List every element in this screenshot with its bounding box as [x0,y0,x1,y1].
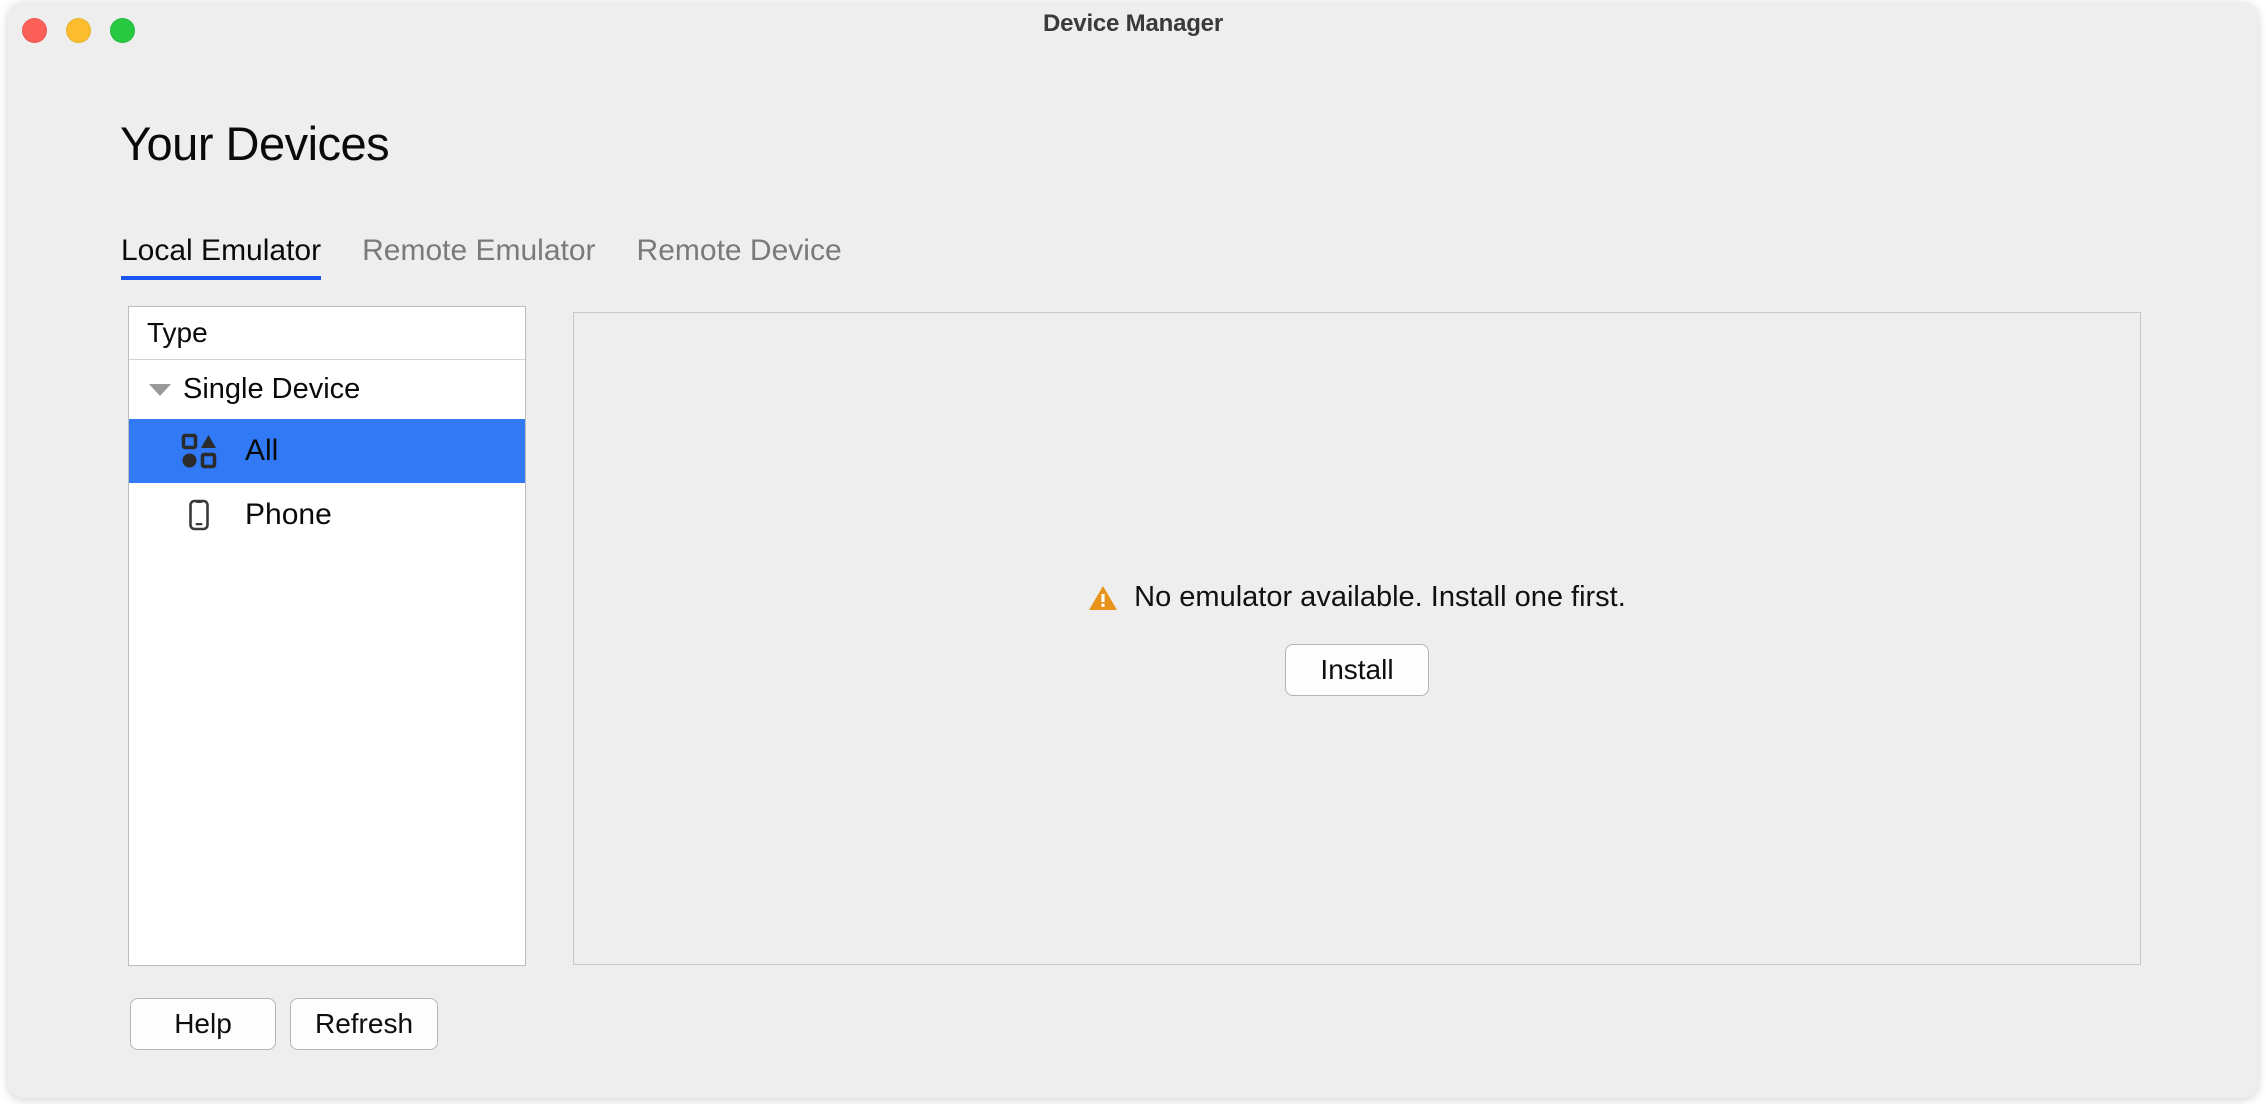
device-list-panel: No emulator available. Install one first… [573,312,2141,965]
tree-group-label: Single Device [183,373,361,405]
refresh-button[interactable]: Refresh [290,998,438,1050]
tree-item-phone[interactable]: Phone [129,483,525,547]
tab-remote-emulator[interactable]: Remote Emulator [362,234,595,280]
tab-remote-device[interactable]: Remote Device [637,234,842,280]
tree-item-all[interactable]: All [129,419,525,483]
empty-state: No emulator available. Install one first… [574,313,2140,964]
warning-triangle-icon [1088,584,1118,612]
device-type-tree: Type Single Device All Phone [128,306,526,966]
shapes-grid-icon [181,433,217,469]
empty-state-text: No emulator available. Install one first… [1134,581,1626,613]
tree-group-single-device[interactable]: Single Device [129,360,525,419]
tab-local-emulator[interactable]: Local Emulator [121,234,322,280]
window-title: Device Manager [1043,10,1223,37]
tree-column-header: Type [129,307,525,360]
tree-item-label: Phone [245,498,332,531]
tree-column-header-label: Type [147,317,208,348]
help-button[interactable]: Help [130,998,276,1050]
device-manager-window: Device Manager Your Devices Local Emulat… [8,2,2258,1098]
install-button[interactable]: Install [1285,644,1429,696]
phone-icon [181,497,217,533]
tree-item-label: All [245,434,279,467]
page-title: Your Devices [120,117,390,170]
empty-state-message: No emulator available. Install one first… [1088,581,1626,614]
title-bar: Device Manager [8,2,2258,58]
triangle-down-icon[interactable] [149,383,171,396]
footer-button-bar: Help Refresh [130,998,438,1050]
tab-bar: Local Emulator Remote Emulator Remote De… [121,234,842,280]
